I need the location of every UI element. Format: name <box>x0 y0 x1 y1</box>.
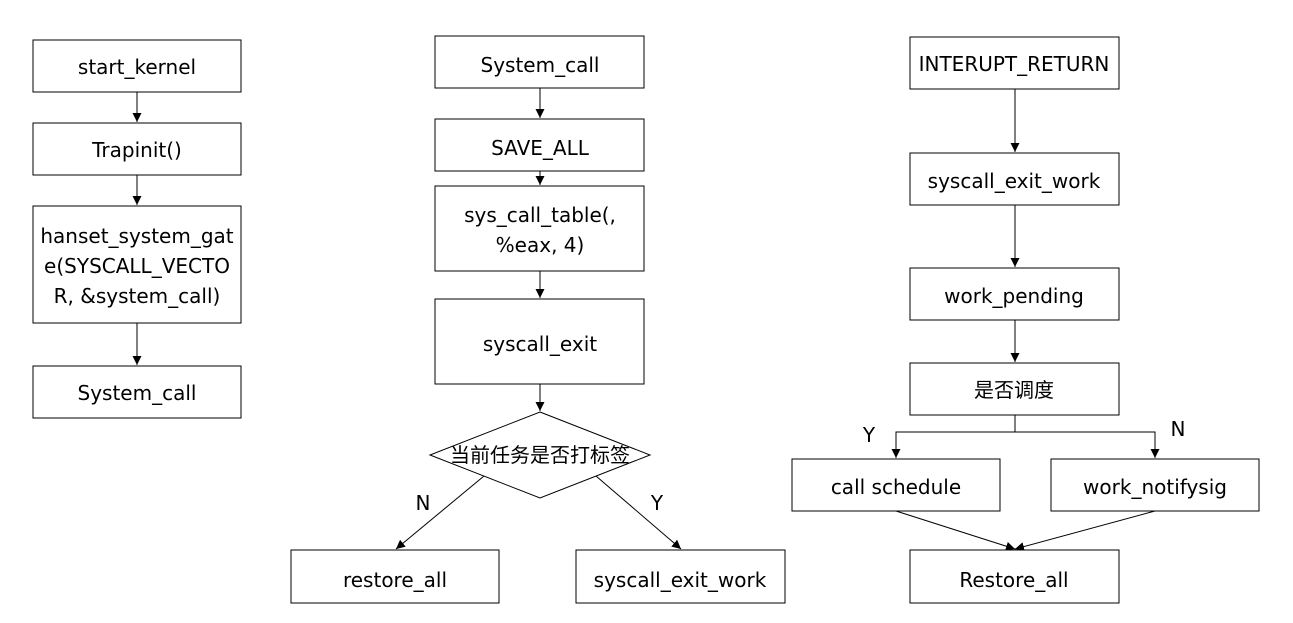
flowchart-canvas: start_kernel Trapinit() hanset_system_ga… <box>0 0 1293 623</box>
node-trapinit-label: Trapinit() <box>91 138 182 162</box>
node-flow2-syscall-exit-work-label: syscall_exit_work <box>594 568 767 592</box>
edge-work-notifysig-to-restore-all <box>1014 510 1156 551</box>
edge-label-y-flow2: Y <box>650 491 664 515</box>
edge-decision-to-syscall-exit-work <box>595 475 682 550</box>
edge-label-n-flow2: N <box>416 491 431 515</box>
edge-decision-to-restore-all <box>395 475 485 550</box>
node-hanset-label-line2: e(SYSCALL_VECTO <box>44 254 230 278</box>
node-work-pending-label: work_pending <box>944 284 1084 308</box>
flow1-group: start_kernel Trapinit() hanset_system_ga… <box>32 39 242 419</box>
edge-schedule-check-to-work-notifysig <box>1015 431 1160 458</box>
node-syscall-exit-label: syscall_exit <box>483 332 597 356</box>
node-sys-call-table-label-line2: %eax, 4) <box>496 233 585 257</box>
node-start-kernel-label: start_kernel <box>78 55 196 79</box>
edge-label-y-flow3: Y <box>862 423 876 447</box>
flow2-group: System_call SAVE_ALL sys_call_table(, %e… <box>290 35 786 604</box>
node-sys-call-table-label-line1: sys_call_table(, <box>464 203 616 227</box>
node-call-schedule-label: call schedule <box>831 475 961 499</box>
node-hanset-label-line3: R, &system_call) <box>54 284 221 308</box>
flow3-group: INTERUPT_RETURN syscall_exit_work work_p… <box>791 36 1260 604</box>
node-interupt-return-label: INTERUPT_RETURN <box>919 52 1110 76</box>
node-flow3-syscall-exit-work-label: syscall_exit_work <box>928 169 1101 193</box>
node-work-notifysig-label: work_notifysig <box>1083 475 1227 499</box>
node-sys-call-table <box>434 185 645 272</box>
node-save-all-label: SAVE_ALL <box>491 136 590 160</box>
node-decision-task-flag-label: 当前任务是否打标签 <box>450 443 630 467</box>
node-hanset-label-line1: hanset_system_gat <box>40 224 233 248</box>
edge-call-schedule-to-restore-all <box>895 510 1016 551</box>
flowchart-diagram: start_kernel Trapinit() hanset_system_ga… <box>32 35 1260 604</box>
node-restore-all-lower-label: restore_all <box>343 568 447 592</box>
node-flow3-restore-all-label: Restore_all <box>959 568 1068 592</box>
edge-schedule-check-to-call-schedule <box>891 415 1016 458</box>
node-schedule-check-label: 是否调度 <box>974 378 1054 402</box>
node-flow1-system-call-label: System_call <box>78 381 197 405</box>
edge-label-n-flow3: N <box>1171 417 1186 441</box>
node-flow2-system-call-label: System_call <box>481 53 600 77</box>
